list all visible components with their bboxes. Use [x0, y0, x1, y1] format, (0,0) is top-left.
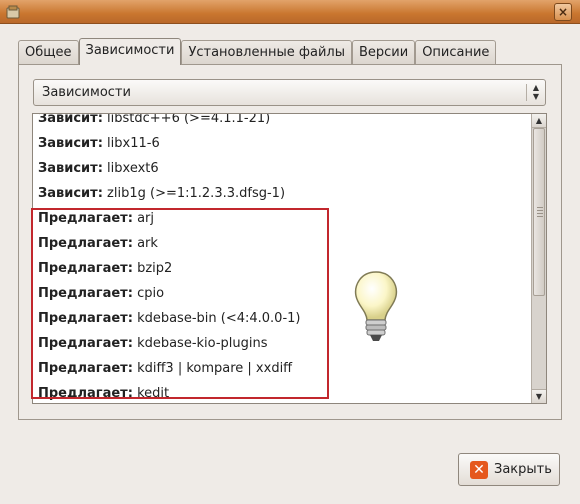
dependency-kind: Зависит:: [38, 113, 103, 126]
tab-installed-files[interactable]: Установленные файлы: [181, 40, 352, 64]
scrollbar-grip: [537, 207, 543, 217]
dependency-type-value: Зависимости: [42, 85, 131, 100]
list-item[interactable]: Зависит: libx11-6: [33, 131, 530, 156]
close-button[interactable]: ✕ Закрыть: [458, 453, 560, 486]
dependency-type-select[interactable]: Зависимости ▲ ▼: [33, 79, 546, 106]
close-icon: ✕: [470, 461, 488, 479]
dependency-package: libx11-6: [107, 136, 160, 151]
list-scrollbar[interactable]: ▲ ▼: [531, 114, 546, 403]
dependency-package: libxext6: [107, 161, 159, 176]
list-item[interactable]: Зависит: zlib1g (>=1:1.2.3.3.dfsg-1): [33, 181, 530, 206]
list-item[interactable]: Зависит: libxext6: [33, 156, 530, 181]
list-item[interactable]: Зависит: libstdc++6 (>=4.1.1-21): [33, 113, 530, 131]
window-close-button[interactable]: ×: [554, 3, 572, 21]
lightbulb-icon: [354, 271, 398, 341]
scrollbar-thumb[interactable]: [533, 128, 545, 296]
dependency-package: zlib1g (>=1:1.2.3.3.dfsg-1): [107, 186, 286, 201]
dependency-package: libstdc++6 (>=4.1.1-21): [107, 113, 271, 126]
tab-dependencies[interactable]: Зависимости: [78, 38, 182, 65]
window-titlebar[interactable]: ×: [0, 0, 580, 24]
combo-separator: [526, 84, 527, 101]
tab-general[interactable]: Общее: [18, 40, 79, 64]
dependency-kind: Зависит:: [38, 161, 103, 176]
chevron-up-icon[interactable]: ▲: [532, 114, 546, 128]
chevron-down-icon[interactable]: ▼: [532, 389, 546, 403]
highlight-frame: [31, 208, 329, 399]
tab-versions[interactable]: Версии: [351, 40, 416, 64]
dependency-kind: Зависит:: [38, 186, 103, 201]
close-button-label: Закрыть: [494, 462, 552, 477]
chevron-updown-icon: ▲ ▼: [532, 83, 540, 101]
tab-bar: Общее Зависимости Установленные файлы Ве…: [18, 38, 497, 65]
app-icon: [6, 5, 20, 19]
dependency-kind: Зависит:: [38, 136, 103, 151]
tab-description[interactable]: Описание: [415, 40, 497, 64]
